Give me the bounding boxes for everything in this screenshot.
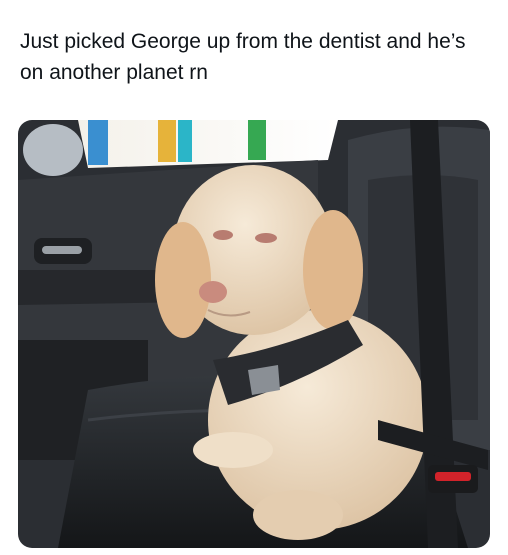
dog-eye-right: [255, 233, 277, 243]
dog-ear-left: [155, 222, 211, 338]
dog-eye-left: [213, 230, 233, 240]
car-window: [78, 120, 338, 168]
dog-ear-right: [303, 210, 363, 330]
post-text: Just picked George up from the dentist a…: [20, 30, 466, 84]
dog-in-car-seat-illustration: [18, 120, 490, 548]
buckle-button: [435, 472, 471, 481]
post-photo[interactable]: [18, 120, 490, 548]
dog-nose: [199, 281, 227, 303]
dog-paw: [193, 432, 273, 468]
